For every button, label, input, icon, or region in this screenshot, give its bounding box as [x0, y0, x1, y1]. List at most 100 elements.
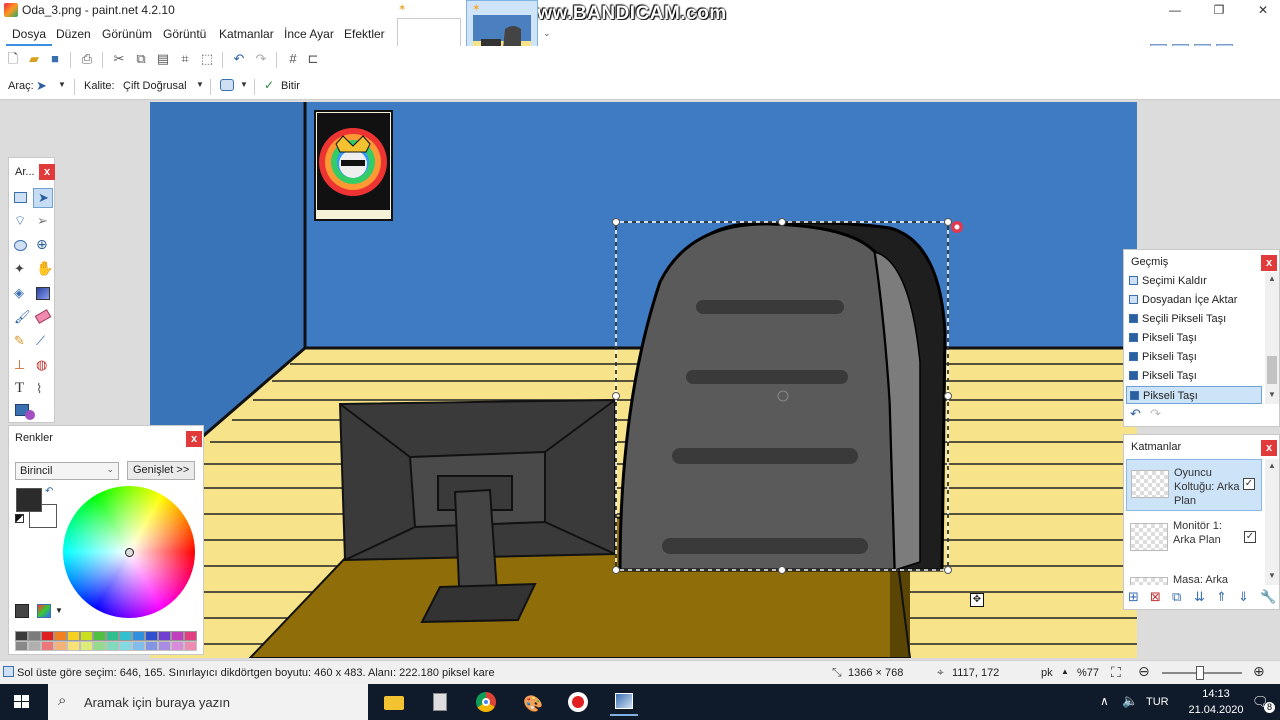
palette-swatch[interactable] [171, 631, 184, 641]
history-scroll-thumb[interactable] [1267, 356, 1277, 384]
merge-layer-icon[interactable]: ⇊ [1194, 589, 1205, 605]
palette-swatch[interactable] [171, 641, 184, 651]
clock-date[interactable]: 21.04.2020 [1186, 704, 1246, 716]
palette-add-icon[interactable] [15, 604, 29, 618]
palette-swatch[interactable] [119, 631, 132, 641]
add-layer-icon[interactable]: ⊞ [1128, 589, 1139, 605]
delete-layer-icon[interactable]: ⊠ [1150, 589, 1161, 605]
unit-dropdown-arrow-icon[interactable]: ▲ [1061, 667, 1069, 676]
palette-swatch[interactable] [15, 641, 28, 651]
menu-dosya[interactable]: Dosya [6, 22, 53, 46]
move-selected-pixels-icon[interactable]: ➤ [36, 78, 47, 94]
pencil-icon[interactable]: ✎ [11, 332, 31, 352]
paste-icon[interactable]: ▤ [156, 52, 170, 66]
palette-swatch[interactable] [158, 631, 171, 641]
copy-icon[interactable]: ⧉ [134, 52, 148, 66]
history-redo-icon[interactable]: ↷ [1150, 406, 1161, 422]
tray-chevron-up-icon[interactable]: ∧ [1100, 694, 1109, 708]
quality-dropdown-arrow-icon[interactable]: ▼ [196, 80, 204, 89]
zoom-level[interactable]: %77 [1077, 667, 1099, 679]
zoom-to-window-icon[interactable]: ⛶ [1111, 664, 1121, 681]
gradient-icon[interactable] [33, 284, 53, 304]
palette-swatch[interactable] [67, 631, 80, 641]
chrome-icon[interactable] [472, 688, 500, 716]
open-folder-icon[interactable]: ▰ [27, 52, 41, 66]
crop-icon[interactable]: ⌗ [178, 52, 192, 66]
ellipse-select-icon[interactable] [11, 236, 31, 256]
cut-icon[interactable]: ✂ [112, 52, 126, 66]
eraser-icon[interactable] [33, 308, 53, 328]
history-scrollbar[interactable]: ▲ ▼ [1265, 272, 1279, 404]
palette-swatch[interactable] [80, 641, 93, 651]
clone-stamp-icon[interactable]: ⊥ [11, 356, 31, 376]
image-canvas[interactable] [150, 102, 1137, 658]
palette-swatch[interactable] [106, 631, 119, 641]
layer-row[interactable]: Monitör 1: Arka Plan ✓ [1126, 513, 1262, 565]
primary-color-swatch[interactable] [16, 488, 42, 512]
layer-row[interactable]: Masa: Arka Plan✓ [1126, 567, 1262, 585]
lasso-select-icon[interactable]: ⌔ [11, 212, 31, 232]
menu-goruntu[interactable]: Görüntü [163, 27, 206, 41]
palette-swatch[interactable] [28, 641, 41, 651]
palette-swatch[interactable] [28, 631, 41, 641]
close-window-button[interactable]: ✕ [1248, 1, 1278, 19]
palette-swatch[interactable] [41, 641, 54, 651]
zoom-out-icon[interactable]: ⊖ [1138, 663, 1150, 680]
layers-scroll-up-icon[interactable]: ▲ [1268, 461, 1276, 470]
palette-swatch[interactable] [184, 631, 197, 641]
layers-scrollbar[interactable]: ▲ ▼ [1265, 459, 1279, 585]
scroll-down-icon[interactable]: ▼ [1268, 390, 1276, 399]
save-icon[interactable]: ■ [48, 52, 62, 66]
file-explorer-icon[interactable] [380, 688, 408, 716]
color-palette[interactable] [15, 631, 197, 651]
ruler-icon[interactable]: ⊏ [306, 52, 320, 66]
recolor-icon[interactable]: ◍ [33, 356, 53, 376]
menu-efektler[interactable]: Efektler [344, 27, 385, 41]
shapes-icon[interactable] [11, 402, 51, 422]
paint-app-icon[interactable]: 🎨 [518, 688, 546, 716]
move-selected-pixels-tool-icon[interactable]: ➤ [33, 188, 53, 208]
selection-mode-arrow-icon[interactable]: ▼ [240, 80, 248, 89]
bandicam-record-icon[interactable] [564, 688, 592, 716]
layer-visibility-checkbox[interactable]: ✓ [1244, 531, 1256, 543]
menu-katmanlar[interactable]: Katmanlar [219, 27, 274, 41]
clock-time[interactable]: 14:13 [1186, 688, 1246, 700]
unit-select[interactable]: pk [1041, 667, 1053, 679]
text-icon[interactable]: T [11, 380, 31, 400]
palette-swatch[interactable] [54, 641, 67, 651]
layer-properties-icon[interactable]: 🔧 [1260, 589, 1276, 605]
zoom-in-icon[interactable]: ⊕ [1253, 663, 1265, 680]
color-wheel[interactable] [63, 486, 195, 618]
restore-button[interactable]: ❐ [1204, 1, 1234, 19]
layer-visibility-checkbox[interactable]: ✓ [1243, 478, 1255, 490]
finish-check-icon[interactable]: ✓ [264, 78, 274, 92]
undo-icon[interactable]: ↶ [232, 52, 246, 66]
paint-bucket-icon[interactable]: ◈ [11, 284, 31, 304]
history-item[interactable]: Pikseli Taşı [1126, 386, 1262, 404]
taskbar-search[interactable]: ⌕ Aramak için buraya yazın [48, 684, 368, 720]
history-item[interactable]: Seçimi Kaldır [1126, 272, 1262, 290]
reset-colors-icon[interactable] [15, 514, 24, 523]
move-layer-up-icon[interactable]: ⇑ [1216, 589, 1227, 605]
color-wheel-marker[interactable] [125, 548, 134, 557]
palette-swatch[interactable] [145, 641, 158, 651]
colors-panel-close-button[interactable]: x [186, 431, 202, 447]
palette-swatch[interactable] [80, 631, 93, 641]
palette-swatch[interactable] [184, 641, 197, 651]
palette-swatch[interactable] [145, 631, 158, 641]
history-item[interactable]: Dosyadan İçe Aktar [1126, 291, 1262, 309]
grid-icon[interactable]: # [286, 52, 300, 66]
menu-duzen[interactable]: Düzen [56, 27, 91, 41]
volume-icon[interactable]: 🔈 [1122, 693, 1138, 709]
palette-swatch[interactable] [67, 641, 80, 651]
pan-hand-icon[interactable]: ✋ [33, 260, 53, 280]
history-item[interactable]: Pikseli Taşı [1126, 329, 1262, 347]
menu-ince-ayar[interactable]: İnce Ayar [284, 27, 334, 41]
windows-start-icon[interactable] [14, 695, 30, 709]
move-layer-down-icon[interactable]: ⇓ [1238, 589, 1249, 605]
layers-scroll-down-icon[interactable]: ▼ [1268, 571, 1276, 580]
print-icon[interactable]: ⎙ [80, 52, 94, 66]
color-mode-select[interactable]: Birincil ⌄ [15, 462, 119, 480]
palette-menu-icon[interactable] [37, 604, 51, 618]
layers-panel-close-button[interactable]: x [1261, 440, 1277, 456]
